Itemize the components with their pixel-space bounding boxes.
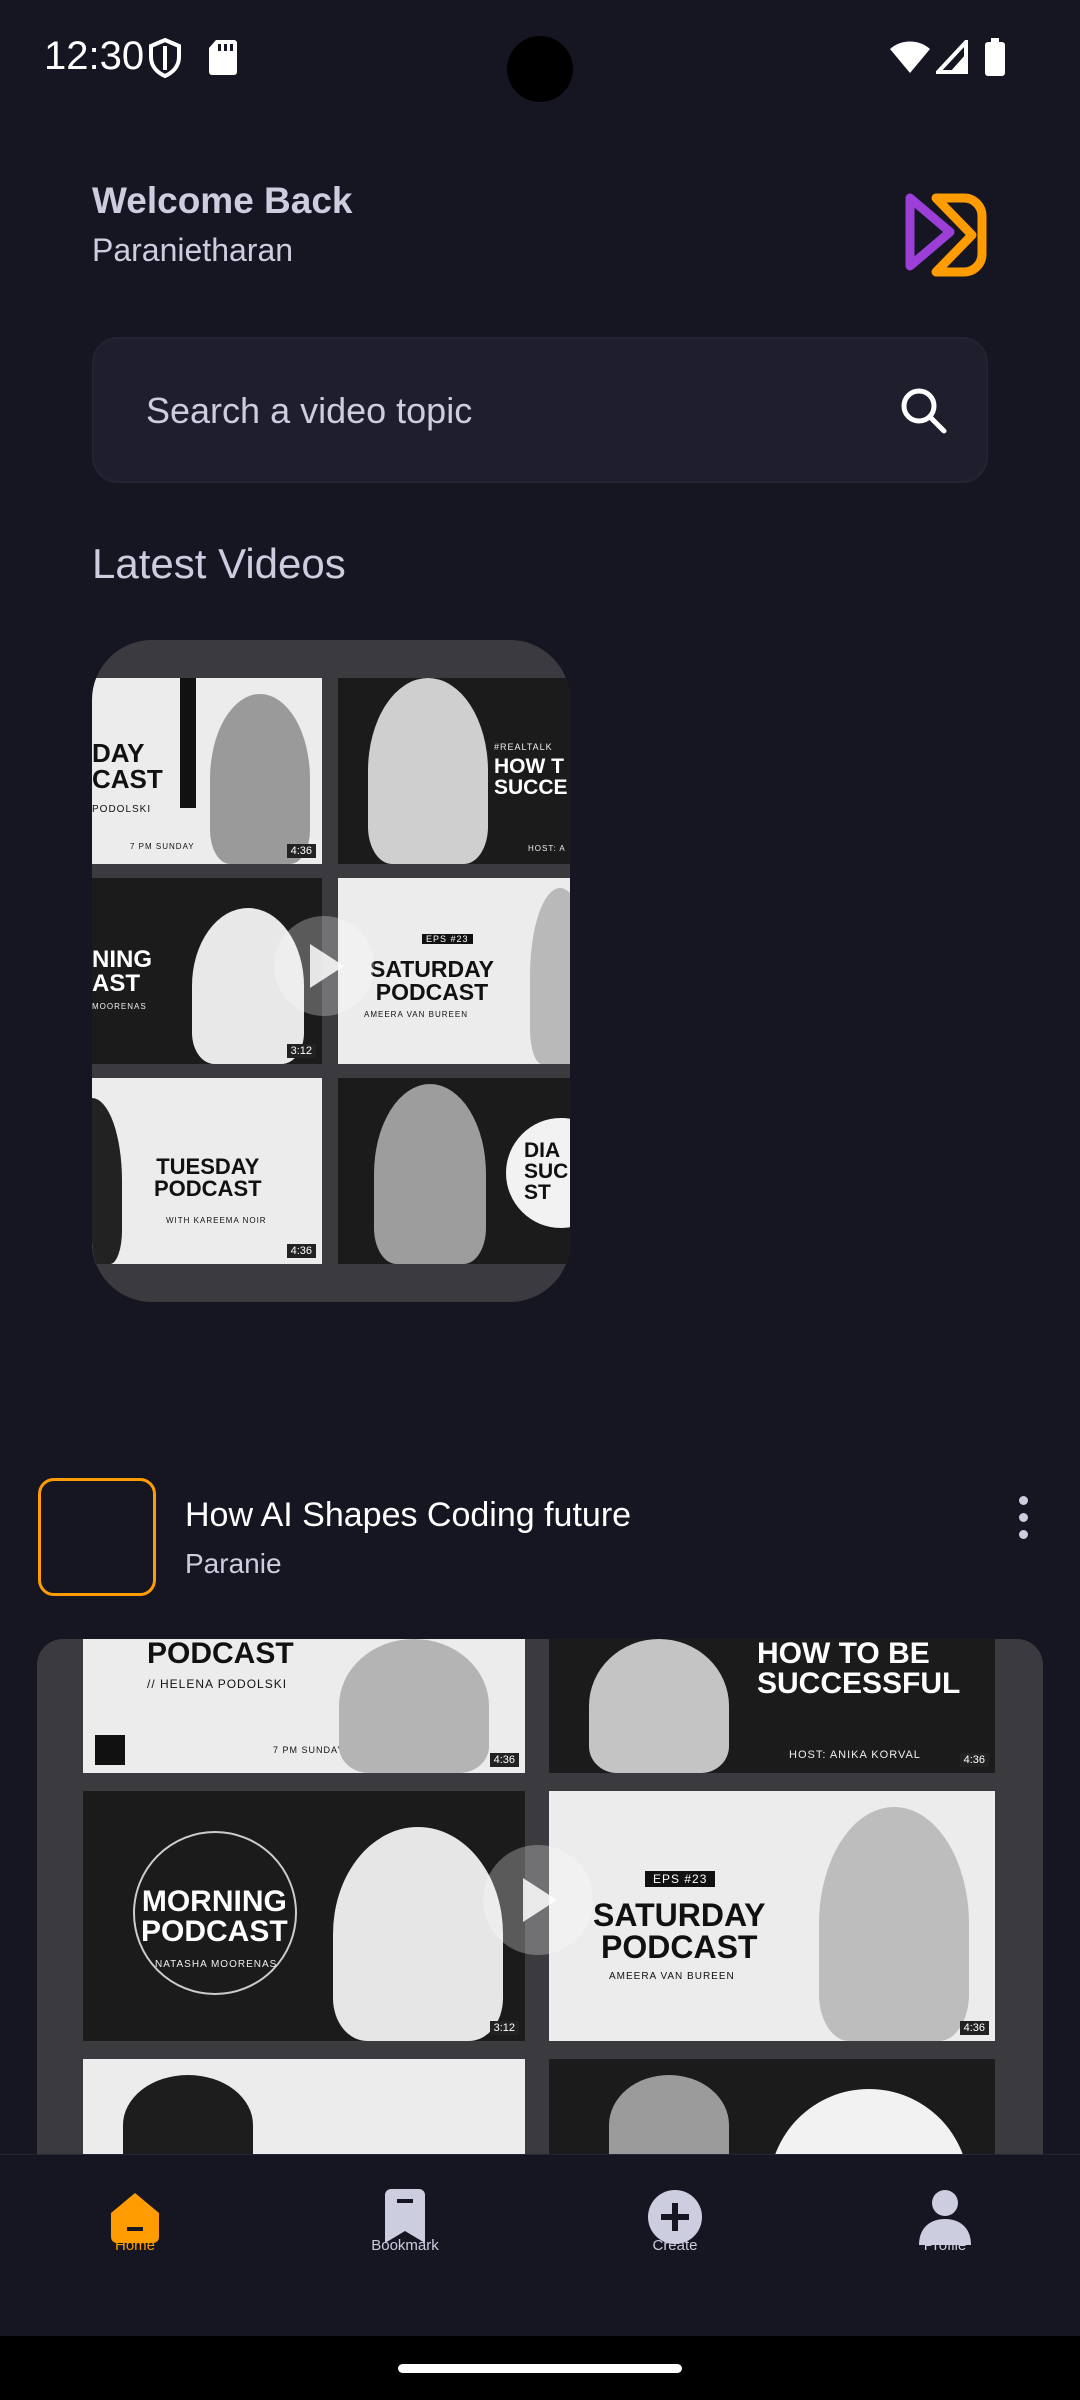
tile-subtitle: // HELENA PODOLSKI [147,1677,288,1691]
status-bar: 12:30 [0,0,1080,120]
tile-subtitle: MOORENAS [92,1002,147,1011]
thumbnail-tile: #REALTALK HOW T SUCCE HOST: A [338,678,570,864]
tile-decoration [769,2089,969,2159]
thumbnail-tile: EPS #23 SATURDAY PODCAST AMEERA VAN BURE… [549,1791,995,2041]
thumbnail-tile [549,2059,995,2159]
tile-tag: #REALTALK [494,742,553,752]
tile-episode: EPS #23 [422,934,473,944]
search-bar[interactable] [92,337,988,483]
duration-badge: 3:12 [489,2021,519,2035]
thumbnail-person [92,1098,122,1264]
tile-host: HOST: ANIKA KORVAL [789,1749,921,1761]
play-button[interactable] [483,1845,593,1955]
tile-title: DAY CAST [92,738,163,794]
tile-title: TUESDAY PODCAST [154,1154,262,1201]
video-thumbnail[interactable]: PODCAST // HELENA PODOLSKI 7 PM SUNDAY 4… [37,1639,1043,2159]
tile-episode: EPS #23 [645,1871,716,1887]
trending-video-card[interactable]: DAY CAST PODOLSKI 7 PM SUNDAY 4:36 #REAL… [92,640,570,1302]
tile-subtitle: AMEERA VAN BUREEN [609,1971,735,1982]
tab-profile[interactable]: Profile [810,2155,1080,2336]
battery-icon [985,38,1005,76]
tab-home[interactable]: Home [0,2155,270,2336]
thumbnail-person [368,678,488,864]
thumbnail-person [609,2075,729,2159]
duration-badge: 4:36 [959,1753,989,1767]
tile-time: 7 PM SUNDAY [273,1745,345,1755]
tab-label: Create [652,2237,698,2254]
tile-decoration [180,678,196,808]
thumbnail-tile: HOW TO BE SUCCESSFUL HOST: ANIKA KORVAL … [549,1639,995,1773]
video-title: How AI Shapes Coding future [185,1496,632,1534]
search-input[interactable] [144,387,848,435]
video-info-row: How AI Shapes Coding future Paranie [0,1470,1080,1600]
tile-title: DIA SUC ST [524,1139,569,1204]
tab-bookmark[interactable]: Bookmark [270,2155,540,2336]
duration-badge: 4:36 [489,1753,519,1767]
thumbnail-person [339,1639,489,1773]
thumbnail-tile: DIA SUC ST [338,1078,570,1264]
status-time: 12:30 [44,34,145,78]
tile-time: 7 PM SUNDAY [130,842,195,851]
tab-label: Bookmark [371,2237,439,2254]
thumbnail-person [374,1084,486,1264]
gesture-bar[interactable] [398,2364,682,2373]
play-button[interactable] [274,916,374,1016]
search-icon[interactable] [898,385,948,435]
shield-icon [149,38,181,78]
tab-label: Profile [923,2237,967,2254]
thumbnail-person [589,1639,729,1773]
duration-badge: 3:12 [286,1044,316,1058]
username-text: Paranietharan [92,232,294,268]
bottom-tab-bar: Home Bookmark Create Profile [0,2154,1080,2336]
tile-subtitle: NATASHA MOORENAS [155,1959,278,1970]
tab-create[interactable]: Create [540,2155,810,2336]
tile-host: HOST: A [528,844,566,853]
more-menu-icon[interactable] [1010,1496,1036,1556]
tile-title: MORNING PODCAST [141,1885,288,1948]
thumbnail-person [819,1807,969,2041]
tab-label: Home [114,2237,155,2254]
welcome-text: Welcome Back [92,180,353,221]
tile-subtitle: WITH KAREEMA NOIR [166,1216,267,1225]
tile-title: SATURDAY PODCAST [593,1897,766,1965]
thumbnail-person [333,1827,503,2041]
thumbnail-person [530,888,570,1064]
signal-icon [936,40,968,74]
latest-videos-title: Latest Videos [92,540,346,587]
app-logo-icon [905,193,987,277]
app-screen: 12:30 Welcome Back Paranietharan Search … [0,0,1080,2336]
tile-subtitle: PODOLSKI [92,804,152,815]
duration-badge: 4:36 [959,2021,989,2035]
wifi-icon [890,41,930,73]
tile-title: PODCAST [147,1639,294,1670]
tile-title: SATURDAY PODCAST [370,956,494,1005]
video-author: Paranie [185,1548,282,1579]
camera-cutout [507,36,573,102]
tile-decoration [95,1735,125,1765]
thumbnail-tile [83,2059,525,2159]
tile-title: HOW TO BE SUCCESSFUL [757,1639,961,1700]
tile-subtitle: AMEERA VAN BUREEN [364,1010,468,1019]
thumbnail-person [123,2075,253,2159]
thumbnail-person [210,694,310,864]
creator-avatar[interactable] [38,1478,156,1596]
tile-title: HOW T SUCCE [494,755,568,799]
tile-title: NING AST [92,946,152,997]
duration-badge: 4:36 [286,1244,316,1258]
thumbnail-tile: PODCAST // HELENA PODOLSKI 7 PM SUNDAY 4… [83,1639,525,1773]
play-icon [310,944,344,988]
thumbnail-tile: DAY CAST PODOLSKI 7 PM SUNDAY 4:36 [92,678,322,864]
thumbnail-tile: MORNING PODCAST NATASHA MOORENAS 3:12 [83,1791,525,2041]
duration-badge: 4:36 [286,844,316,858]
thumbnail-tile: TUESDAY PODCAST WITH KAREEMA NOIR 4:36 [92,1078,322,1264]
play-icon [523,1878,557,1922]
sd-card-icon [209,40,237,75]
